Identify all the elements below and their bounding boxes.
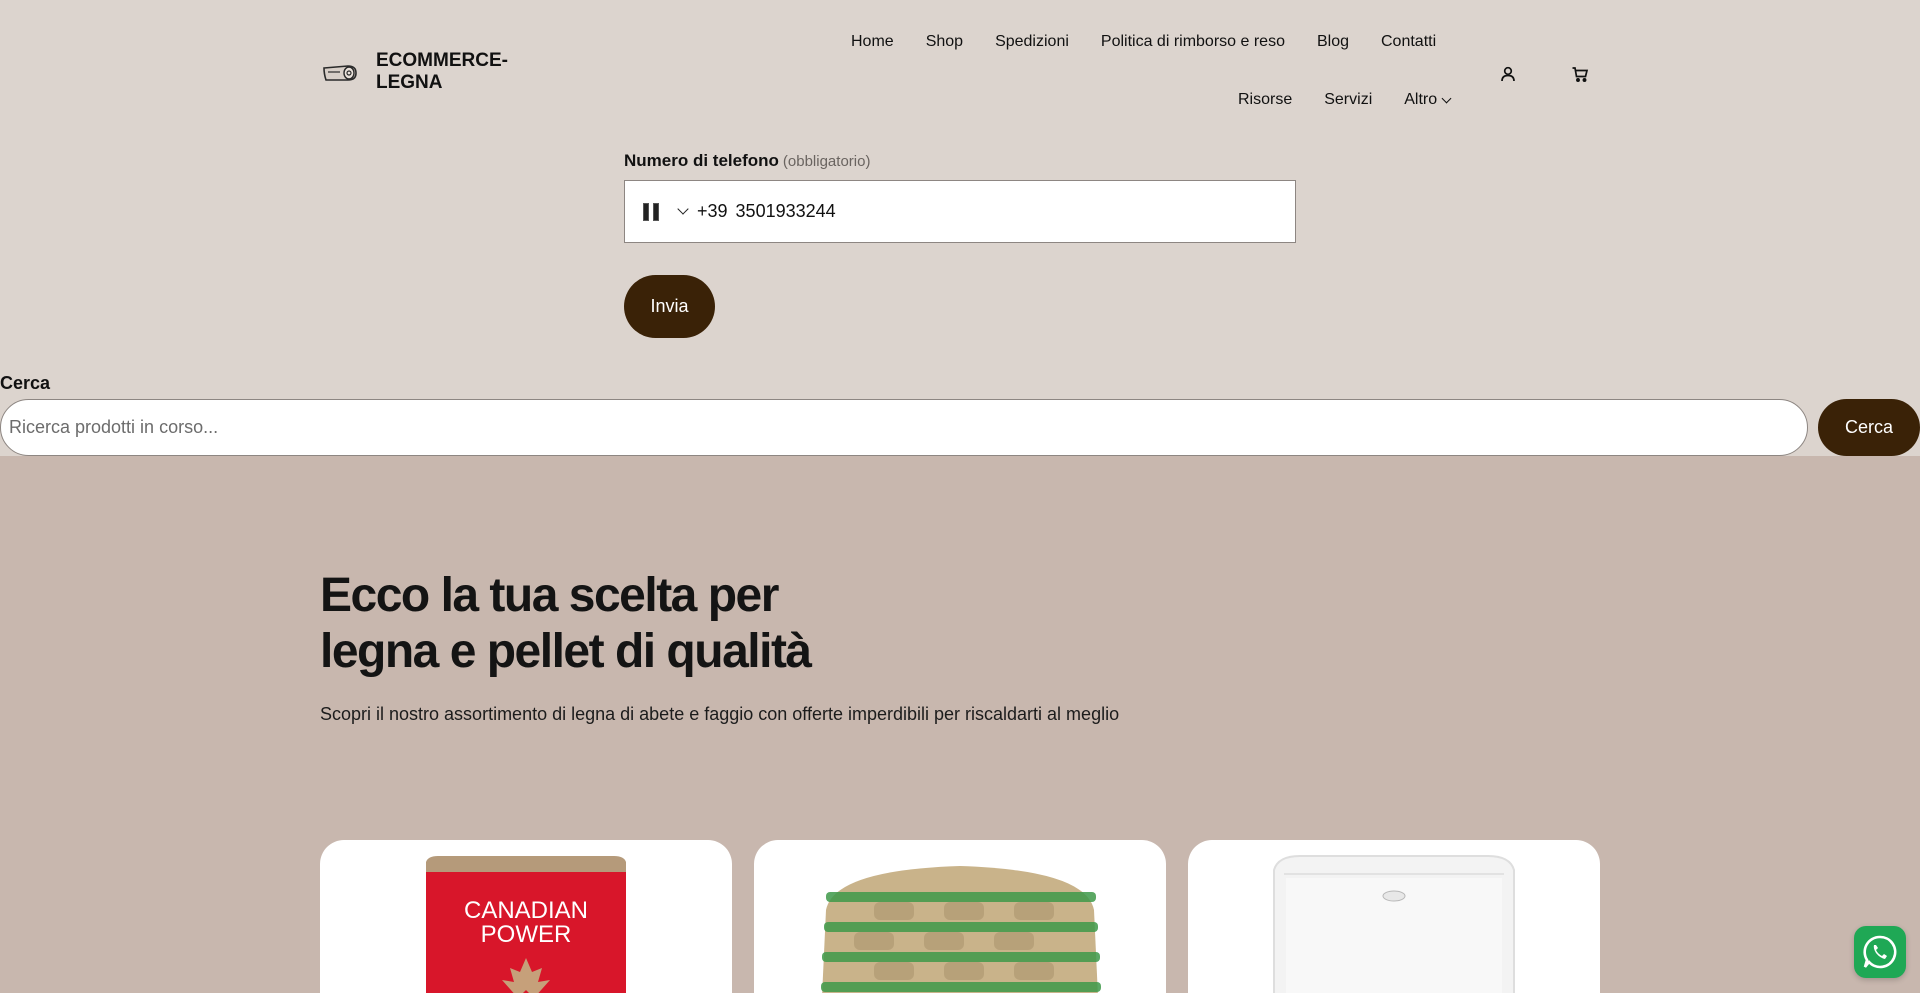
nav-servizi[interactable]: Servizi [1324,91,1372,109]
search-input[interactable] [0,399,1808,456]
chevron-down-icon[interactable] [677,203,689,215]
nav-blog[interactable]: Blog [1317,33,1349,51]
nav-spedizioni[interactable]: Spedizioni [995,33,1069,51]
dial-code: +39 [697,201,728,221]
product-image-pellet-pallet [821,866,1101,993]
brand-name: ECOMMERCE-LEGNA [376,50,508,93]
required-hint: (obbligatorio) [782,153,871,170]
product-card[interactable]: CANADIAN POWER [320,840,732,993]
nav-shop[interactable]: Shop [926,33,963,51]
product-image-white-appliance [1273,855,1515,993]
phone-field-label: Numero di telefono (obbligatorio) [624,151,870,171]
cart-icon[interactable] [1568,62,1592,86]
site-header: ECOMMERCE-LEGNA Home Shop Spedizioni Pol… [0,0,1920,140]
main-nav-row-2: Risorse Servizi Altro [1238,91,1452,109]
whatsapp-button[interactable] [1854,926,1906,978]
nav-politica-rimborso[interactable]: Politica di rimborso e reso [1101,33,1285,51]
product-image-text-2: POWER [481,921,572,948]
product-card[interactable] [1188,840,1600,993]
phone-label-text: Numero di telefono [624,151,779,170]
user-icon[interactable] [1496,62,1520,86]
nav-altro-dropdown[interactable]: Altro [1404,91,1452,109]
product-card[interactable] [754,840,1166,993]
phone-input[interactable] [735,201,1295,222]
nav-contatti[interactable]: Contatti [1381,33,1436,51]
hero-title: Ecco la tua scelta per legna e pellet di… [320,569,812,678]
wood-log-icon [323,65,357,81]
brand[interactable]: ECOMMERCE-LEGNA [322,50,526,94]
search-button[interactable]: Cerca [1818,399,1920,456]
nav-risorse[interactable]: Risorse [1238,91,1292,109]
search-label: Cerca [0,373,51,393]
nav-home[interactable]: Home [851,33,894,51]
main-nav-row-1: Home Shop Spedizioni Politica di rimbors… [851,33,1436,51]
phone-field: +39 [624,180,1296,243]
hero-subtitle: Scopri il nostro assortimento di legna d… [320,704,1120,724]
hero-section: Ecco la tua scelta per legna e pellet di… [0,456,1920,993]
chevron-down-icon [1441,93,1452,103]
whatsapp-icon [1863,935,1897,969]
nav-altro-label: Altro [1404,91,1438,108]
flag-icon[interactable] [643,202,663,221]
product-image-text-1: CANADIAN [464,897,588,924]
submit-button[interactable]: Invia [624,275,715,338]
product-image-canadian-power: CANADIAN POWER [426,856,626,993]
